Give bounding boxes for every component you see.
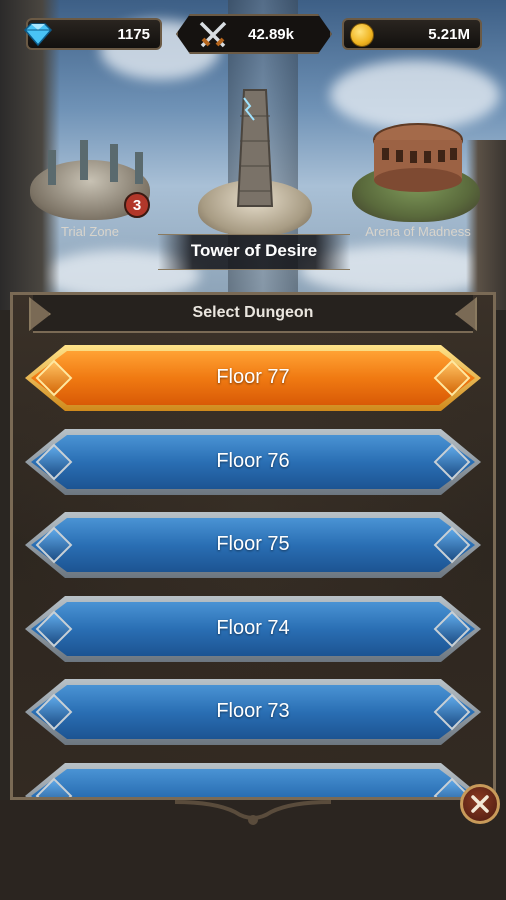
close-icon xyxy=(471,795,489,813)
crossed-swords-icon xyxy=(196,18,230,52)
floor-77-button[interactable]: Floor 77 xyxy=(25,345,481,411)
floor-label: Floor 73 xyxy=(216,700,290,722)
power-value: 42.89k xyxy=(248,26,294,43)
floor-75-button[interactable]: Floor 75 xyxy=(25,512,481,578)
gem-value: 1175 xyxy=(117,25,150,43)
floor-76-button[interactable]: Floor 76 xyxy=(25,429,481,495)
gem-icon xyxy=(23,23,53,47)
gold-counter[interactable]: 5.21M xyxy=(342,18,482,50)
gem-counter[interactable]: 1175 xyxy=(23,18,162,50)
panel-header: Select Dungeon xyxy=(29,295,477,333)
select-dungeon-panel: Select Dungeon Floor 77 Floor 76 Floor 7… xyxy=(10,292,496,800)
trial-zone-badge: 3 xyxy=(124,192,150,218)
ornament-icon xyxy=(175,800,331,825)
panel-title: Select Dungeon xyxy=(192,304,314,321)
colosseum-icon xyxy=(373,123,463,192)
floor-list[interactable]: Floor 77 Floor 76 Floor 75 Floor 74 Floo… xyxy=(13,341,493,797)
gold-value: 5.21M xyxy=(428,25,470,43)
pillars-icon xyxy=(48,140,143,185)
floor-label: Floor 75 xyxy=(216,533,290,555)
floor-label: Floor 74 xyxy=(216,617,290,639)
close-button[interactable] xyxy=(460,784,500,824)
tower-label-banner: Tower of Desire xyxy=(158,234,350,270)
floor-label: Floor 76 xyxy=(216,450,290,472)
trial-zone-label: Trial Zone xyxy=(60,224,120,239)
floor-label: Floor 77 xyxy=(216,366,290,388)
tower-of-desire-label: Tower of Desire xyxy=(190,241,318,260)
location-trial-zone[interactable]: 3 Trial Zone xyxy=(20,120,170,250)
location-arena-of-madness[interactable]: Arena of Madness xyxy=(348,114,488,244)
location-tower-of-desire[interactable] xyxy=(190,84,320,236)
tower-icon xyxy=(236,89,274,207)
power-counter[interactable]: 42.89k xyxy=(176,14,332,54)
floor-74-button[interactable]: Floor 74 xyxy=(25,596,481,662)
floor-73-button[interactable]: Floor 73 xyxy=(25,679,481,745)
floor-72-button[interactable] xyxy=(25,763,481,797)
arena-of-madness-label: Arena of Madness xyxy=(365,224,471,239)
coin-icon xyxy=(350,23,374,47)
